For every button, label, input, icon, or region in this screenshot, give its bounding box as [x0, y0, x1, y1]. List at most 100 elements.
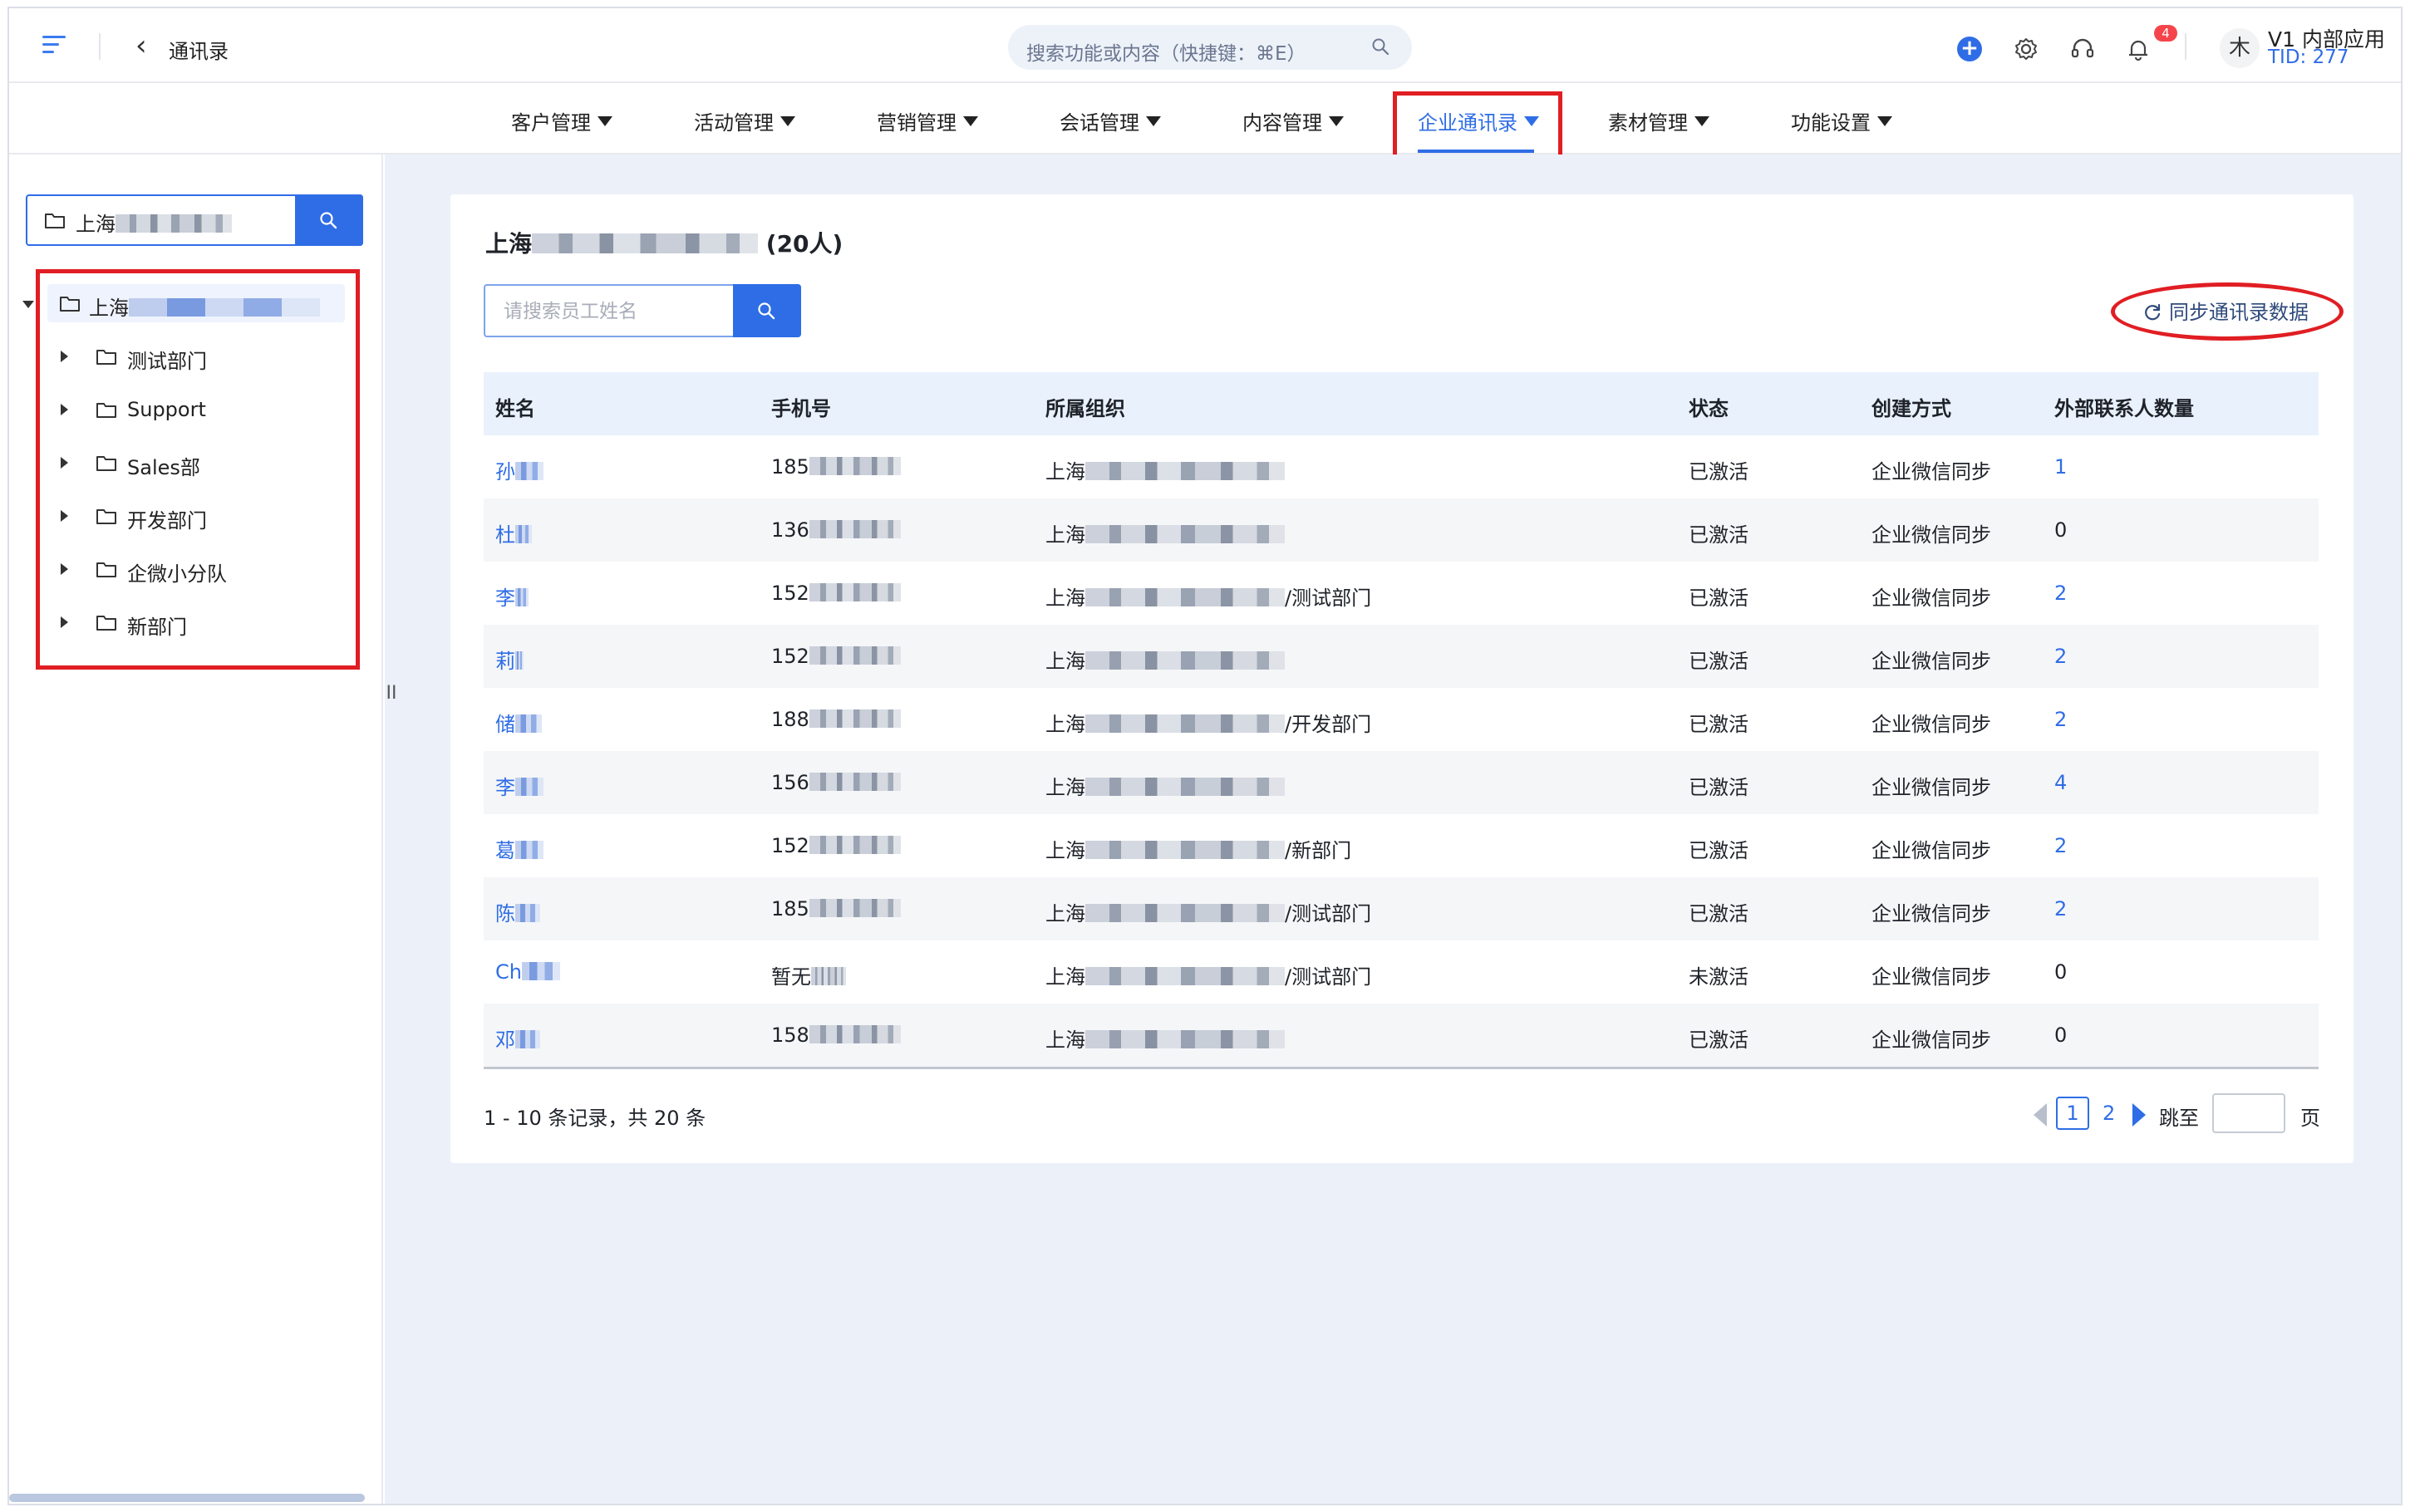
folder-icon	[45, 214, 65, 228]
employee-phone: 188	[771, 708, 901, 731]
menu-icon[interactable]	[42, 36, 66, 54]
column-header-phone[interactable]: 手机号	[771, 392, 831, 421]
expand-arrow-icon[interactable]	[61, 616, 68, 628]
prev-page-icon[interactable]	[2034, 1103, 2047, 1127]
horizontal-scrollbar[interactable]	[9, 1494, 365, 1502]
table-row[interactable]: 孙 185 上海 已激活 企业微信同步 1	[484, 435, 2319, 498]
employee-name-link[interactable]: 李	[495, 771, 543, 800]
nav-function-settings[interactable]: 功能设置	[1791, 106, 1892, 135]
record-count: 1 - 10 条记录，共 20 条	[484, 1107, 706, 1130]
nav-content-management[interactable]: 内容管理	[1242, 106, 1344, 135]
expand-arrow-icon[interactable]	[61, 404, 68, 415]
employee-phone: 152	[771, 834, 901, 857]
department-search-input[interactable]: 上海	[26, 194, 363, 246]
tree-node-new-dept[interactable]: 新部门	[56, 603, 338, 641]
employee-name-link[interactable]: 杜	[495, 518, 532, 547]
employee-count: (20人)	[765, 230, 844, 258]
employee-search-button[interactable]	[733, 284, 801, 337]
employee-name-link[interactable]: 葛	[495, 834, 543, 863]
page-2-button[interactable]: 2	[2103, 1102, 2115, 1125]
employee-search-input[interactable]	[485, 286, 735, 336]
global-search-placeholder: 搜索功能或内容（快捷键：⌘E）	[1026, 43, 1306, 65]
nav-label: 内容管理	[1242, 111, 1322, 135]
external-contact-count[interactable]: 2	[2054, 708, 2067, 731]
headset-icon[interactable]	[2070, 37, 2095, 61]
table-row[interactable]: 李 156 上海 已激活 企业微信同步 4	[484, 751, 2319, 814]
expand-arrow-icon[interactable]	[22, 301, 34, 308]
back-arrow-icon[interactable]: ‹	[135, 32, 147, 60]
employee-org: 上海	[1045, 455, 1285, 484]
column-header-method[interactable]: 创建方式	[1871, 392, 1951, 421]
employee-org: 上海/开发部门	[1045, 713, 1372, 736]
nav-label: 营销管理	[877, 111, 957, 135]
tree-node-label: 新部门	[127, 616, 187, 639]
employee-name-link[interactable]: 储	[495, 708, 542, 737]
page-jump-input[interactable]	[2212, 1093, 2285, 1133]
employee-list-card: 上海 (20人) 同步通讯录数据 姓名 手机号 所属组织 状态	[450, 194, 2353, 1163]
employee-status: 已激活	[1689, 902, 1748, 925]
expand-arrow-icon[interactable]	[61, 563, 68, 575]
tree-root-node[interactable]: 上海	[22, 284, 345, 322]
tree-node-sales[interactable]: Sales部	[56, 444, 338, 482]
table-row[interactable]: 陈 185 上海/测试部门 已激活 企业微信同步 2	[484, 877, 2319, 940]
column-header-name[interactable]: 姓名	[495, 392, 535, 421]
table-row[interactable]: 李 152 上海/测试部门 已激活 企业微信同步 2	[484, 562, 2319, 625]
employee-phone: 136	[771, 518, 901, 542]
caret-down-icon	[1694, 116, 1709, 126]
tree-node-dev-dept[interactable]: 开发部门	[56, 497, 338, 535]
nav-conversation-management[interactable]: 会话管理	[1060, 106, 1161, 135]
global-search-input[interactable]: 搜索功能或内容（快捷键：⌘E）	[1008, 25, 1412, 70]
tree-node-squad[interactable]: 企微小分队	[56, 550, 338, 588]
table-row[interactable]: Ch 暂无 上海/测试部门 未激活 企业微信同步 0	[484, 940, 2319, 1004]
next-page-icon[interactable]	[2132, 1103, 2146, 1127]
external-contact-count[interactable]: 2	[2054, 834, 2067, 857]
table-row[interactable]: 葛 152 上海/新部门 已激活 企业微信同步 2	[484, 814, 2319, 877]
employee-name-link[interactable]: 孙	[495, 455, 543, 484]
column-header-org[interactable]: 所属组织	[1045, 392, 1125, 421]
sidebar-collapse-handle[interactable]: II	[383, 683, 400, 704]
external-contact-count[interactable]: 2	[2054, 582, 2067, 605]
page-1-button[interactable]: 1	[2056, 1097, 2089, 1130]
add-icon[interactable]: +	[1957, 37, 1982, 61]
folder-icon	[96, 509, 116, 524]
column-header-status[interactable]: 状态	[1689, 392, 1729, 421]
external-contact-count: 0	[2054, 518, 2068, 542]
folder-icon	[60, 297, 80, 312]
bell-icon[interactable]	[2126, 37, 2151, 61]
caret-down-icon	[1329, 116, 1344, 126]
table-row[interactable]: 邓 158 上海 已激活 企业微信同步 0	[484, 1004, 2319, 1067]
external-contact-count[interactable]: 1	[2054, 455, 2067, 479]
external-contact-count[interactable]: 2	[2054, 897, 2067, 920]
nav-activity-management[interactable]: 活动管理	[694, 106, 795, 135]
table-row[interactable]: 储 188 上海/开发部门 已激活 企业微信同步 2	[484, 688, 2319, 751]
nav-customer-management[interactable]: 客户管理	[511, 106, 612, 135]
avatar[interactable]: 木	[2220, 28, 2260, 68]
external-contact-count[interactable]: 4	[2054, 771, 2067, 794]
external-contact-count[interactable]: 2	[2054, 645, 2067, 668]
employee-name-link[interactable]: 邓	[495, 1024, 540, 1053]
column-header-contacts[interactable]: 外部联系人数量	[2054, 392, 2194, 421]
nav-label: 活动管理	[694, 111, 774, 135]
employee-name-link[interactable]: 陈	[495, 897, 540, 926]
tree-node-test-dept[interactable]: 测试部门	[56, 337, 338, 376]
table-row[interactable]: 莉 152 上海 已激活 企业微信同步 2	[484, 625, 2319, 688]
employee-name-link[interactable]: Ch	[495, 960, 560, 984]
expand-arrow-icon[interactable]	[61, 351, 68, 362]
table-row[interactable]: 杜 136 上海 已激活 企业微信同步 0	[484, 498, 2319, 562]
table-header: 姓名 手机号 所属组织 状态 创建方式 外部联系人数量	[484, 372, 2319, 435]
employee-status: 已激活	[1689, 587, 1748, 610]
notification-badge: 4	[2154, 25, 2177, 42]
employee-create-method: 企业微信同步	[1871, 902, 1991, 925]
employee-org: 上海	[1045, 1024, 1285, 1053]
employee-org: 上海	[1045, 645, 1285, 674]
nav-material-management[interactable]: 素材管理	[1608, 106, 1709, 135]
nav-marketing-management[interactable]: 营销管理	[877, 106, 978, 135]
expand-arrow-icon[interactable]	[61, 510, 68, 522]
employee-name-link[interactable]: 莉	[495, 645, 524, 674]
expand-arrow-icon[interactable]	[61, 457, 68, 469]
employee-name-link[interactable]: 李	[495, 582, 529, 611]
gear-icon[interactable]	[2014, 37, 2039, 61]
employee-create-method: 企业微信同步	[1871, 650, 1991, 673]
department-search-button[interactable]	[295, 194, 363, 246]
tree-node-support[interactable]: Support	[56, 390, 338, 429]
